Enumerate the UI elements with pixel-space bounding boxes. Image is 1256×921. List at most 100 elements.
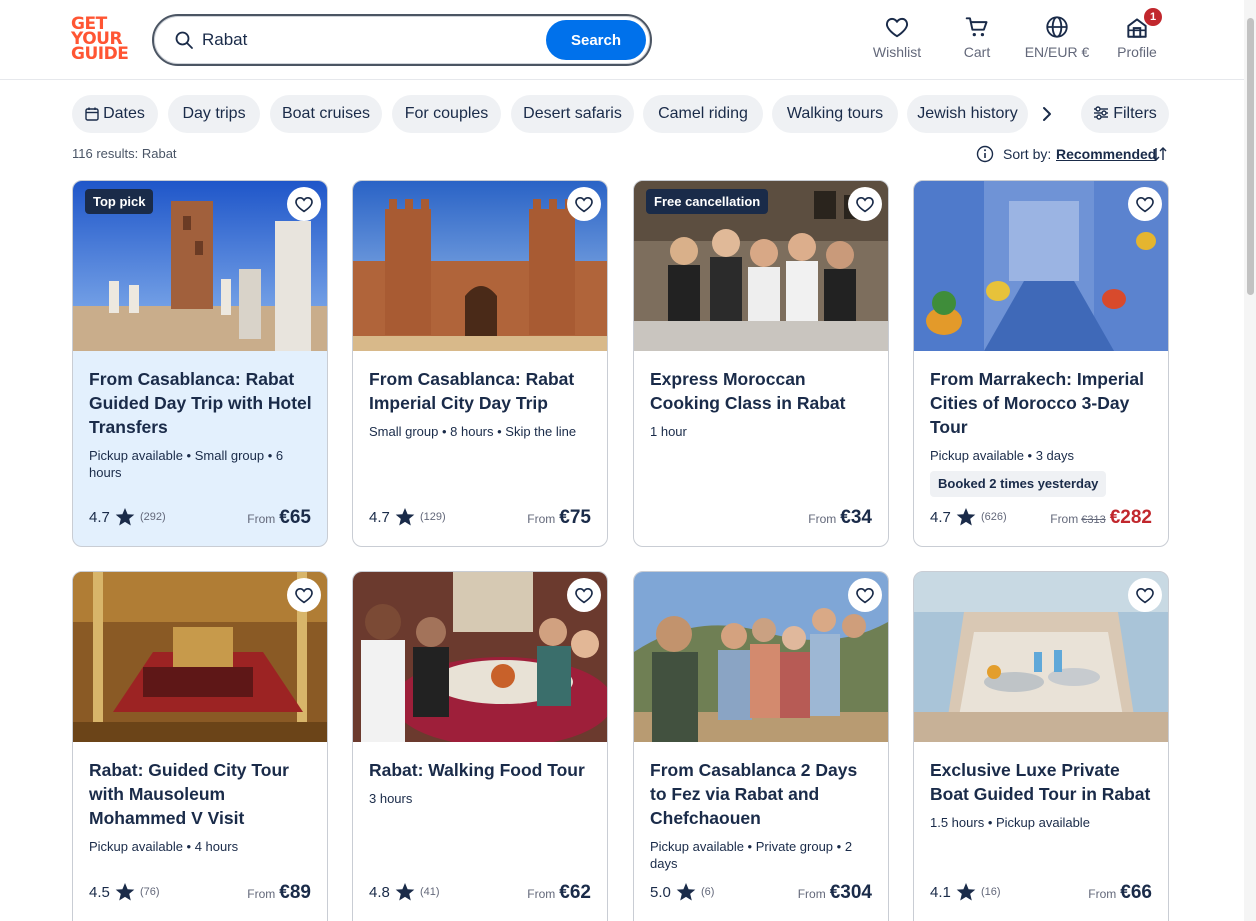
chevron-right-icon[interactable] [1034,101,1060,127]
activity-title[interactable]: From Casablanca: Rabat Guided Day Trip w… [89,367,315,439]
nav-wishlist-label: Wishlist [872,44,922,60]
add-to-wishlist-button[interactable] [287,187,321,221]
page-scrollbar[interactable] [1244,0,1256,921]
activity-title[interactable]: From Casablanca: Rabat Imperial City Day… [369,367,595,415]
add-to-wishlist-button[interactable] [848,578,882,612]
heart-icon [575,588,593,604]
filter-chips-bar: Dates Day trips Boat cruises For couples… [72,95,1172,133]
review-count: (626) [981,511,1007,523]
add-to-wishlist-button[interactable] [567,187,601,221]
add-to-wishlist-button[interactable] [567,578,601,612]
activity-details: 1.5 hours • Pickup available [930,815,1090,830]
price-value: €65 [279,507,311,528]
activity-title[interactable]: Exclusive Luxe Private Boat Guided Tour … [930,758,1156,806]
heart-icon [1136,588,1154,604]
price-value: €66 [1120,882,1152,903]
activity-card[interactable]: From Casablanca 2 Days to Fez via Rabat … [633,571,889,921]
review-count: (6) [701,886,715,898]
calendar-icon [85,107,99,121]
activity-details: 3 hours [369,791,413,806]
activity-details: Pickup available • Small group • 6 hours [89,448,284,480]
activity-card[interactable]: Top pick From Casablanca: Rabat Guided D… [72,180,328,547]
chip-boat-cruises[interactable]: Boat cruises [270,95,382,133]
chip-jewish-history[interactable]: Jewish history [907,95,1028,133]
price: From €62 [527,882,591,903]
activity-title[interactable]: Express Moroccan Cooking Class in Rabat [650,367,876,415]
add-to-wishlist-button[interactable] [1128,187,1162,221]
scrollbar-thumb[interactable] [1247,18,1254,295]
sort-value[interactable]: Recommended [1056,146,1156,162]
chip-camel-riding[interactable]: Camel riding [643,95,763,133]
add-to-wishlist-button[interactable] [1128,578,1162,612]
search-input[interactable] [202,26,542,54]
nav-language-label: EN/EUR € [1024,44,1090,60]
results-count: 116 results: Rabat [72,146,177,161]
original-price: €313 [1081,514,1106,526]
star-icon [956,883,976,901]
price: From €89 [247,882,311,903]
search-button[interactable]: Search [546,20,646,60]
activity-details: Pickup available • 4 hours [89,839,239,854]
price: From €65 [247,507,311,528]
chip-for-couples[interactable]: For couples [392,95,501,133]
rating-score: 4.7 [89,509,110,526]
activity-title[interactable]: Rabat: Walking Food Tour [369,758,595,782]
review-count: (292) [140,511,166,523]
chip-day-trips[interactable]: Day trips [168,95,260,133]
activity-card[interactable]: Rabat: Walking Food Tour 3 hours 4.8 (41… [352,571,608,921]
activity-card[interactable]: Rabat: Guided City Tour with Mausoleum M… [72,571,328,921]
activity-title[interactable]: From Marrakech: Imperial Cities of Moroc… [930,367,1156,439]
price-value: €34 [840,507,872,528]
review-count: (76) [140,886,160,898]
activity-card[interactable]: Exclusive Luxe Private Boat Guided Tour … [913,571,1169,921]
heart-icon [856,588,874,604]
activity-details: Pickup available • 3 days [930,448,1075,463]
heart-icon [295,197,313,213]
rating-score: 4.7 [369,509,390,526]
sort-control[interactable]: Sort by: Recommended [976,144,1170,164]
nav-wishlist[interactable]: Wishlist [868,14,926,66]
price: From €34 [808,507,872,528]
rating-score: 4.1 [930,884,951,901]
chip-desert-safaris[interactable]: Desert safaris [511,95,634,133]
info-icon[interactable] [976,145,994,163]
activity-card[interactable]: From Casablanca: Rabat Imperial City Day… [352,180,608,547]
price-value: €304 [829,882,872,903]
star-icon [676,883,696,901]
activity-details: Small group • 8 hours • Skip the line [369,424,577,439]
nav-language-currency[interactable]: EN/EUR € [1018,14,1096,66]
sort-label: Sort by: [1003,146,1052,162]
activity-title[interactable]: From Casablanca 2 Days to Fez via Rabat … [650,758,876,830]
search-icon [175,31,193,49]
heart-icon [1136,197,1154,213]
getyourguide-logo[interactable]: GET YOUR GUIDE [71,16,131,65]
nav-profile[interactable]: Profile 1 [1110,8,1164,66]
rating-score: 4.7 [930,509,951,526]
activity-title[interactable]: Rabat: Guided City Tour with Mausoleum M… [89,758,315,830]
chip-dates[interactable]: Dates [72,95,158,133]
price: From €304 [797,882,872,903]
review-count: (16) [981,886,1001,898]
add-to-wishlist-button[interactable] [848,187,882,221]
add-to-wishlist-button[interactable] [287,578,321,612]
cart-icon [965,17,988,37]
rating-score: 4.8 [369,884,390,901]
sort-arrows-icon[interactable] [1151,145,1168,163]
price: From €66 [1088,882,1152,903]
star-icon [956,508,976,526]
heart-icon [856,197,874,213]
filters-button[interactable]: Filters [1081,95,1169,133]
activity-card[interactable]: From Marrakech: Imperial Cities of Moroc… [913,180,1169,547]
rating-score: 5.0 [650,884,671,901]
star-icon [115,883,135,901]
activity-card[interactable]: Free cancellation Express Moroccan Cooki… [633,180,889,547]
review-count: (41) [420,886,440,898]
nav-cart[interactable]: Cart [955,14,999,66]
heart-icon [885,17,909,38]
search-bar: Search [152,14,652,66]
nav-profile-label: Profile [1117,44,1157,60]
sale-price-value: €282 [1109,507,1152,528]
booked-yesterday-badge: Booked 2 times yesterday [930,471,1107,497]
top-pick-badge: Top pick [85,189,154,214]
chip-walking-tours[interactable]: Walking tours [772,95,898,133]
